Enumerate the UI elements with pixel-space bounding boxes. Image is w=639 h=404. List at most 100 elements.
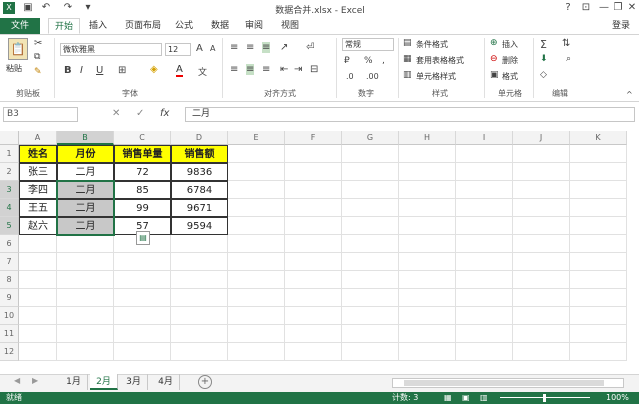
fill-color-icon[interactable]: ◈ — [150, 64, 158, 75]
font-color-button[interactable]: A — [176, 64, 183, 77]
select-all-corner[interactable] — [0, 131, 19, 145]
empty-cell[interactable] — [513, 181, 570, 199]
empty-cell[interactable] — [19, 235, 57, 253]
empty-cell[interactable] — [114, 271, 171, 289]
align-middle-icon[interactable]: ≡ — [246, 42, 254, 53]
empty-cell[interactable] — [570, 235, 627, 253]
empty-cell[interactable] — [57, 307, 114, 325]
empty-cell[interactable] — [171, 307, 228, 325]
empty-cell[interactable] — [570, 181, 627, 199]
row-header-9[interactable]: 9 — [0, 289, 19, 307]
table-cell[interactable]: 二月 — [57, 163, 114, 181]
empty-cell[interactable] — [114, 253, 171, 271]
empty-cell[interactable] — [285, 235, 342, 253]
number-format-dropdown[interactable]: 常规 — [342, 38, 394, 51]
insert-cells-icon[interactable]: ⊕ — [490, 38, 498, 48]
row-header-8[interactable]: 8 — [0, 271, 19, 289]
format-as-table-icon[interactable]: ▦ — [403, 54, 412, 64]
empty-cell[interactable] — [399, 145, 456, 163]
column-header-g[interactable]: G — [342, 131, 399, 145]
align-top-icon[interactable]: ≡ — [230, 42, 238, 53]
empty-cell[interactable] — [456, 145, 513, 163]
empty-cell[interactable] — [456, 217, 513, 235]
column-header-d[interactable]: D — [171, 131, 228, 145]
empty-cell[interactable] — [456, 271, 513, 289]
conditional-format-icon[interactable]: ▤ — [403, 38, 412, 48]
format-cells-icon[interactable]: ▣ — [490, 70, 499, 80]
row-header-6[interactable]: 6 — [0, 235, 19, 253]
empty-cell[interactable] — [456, 289, 513, 307]
wrap-text-icon[interactable]: ⏎ — [306, 42, 314, 53]
empty-cell[interactable] — [456, 253, 513, 271]
empty-cell[interactable] — [570, 145, 627, 163]
empty-cell[interactable] — [171, 343, 228, 361]
insert-cells-button[interactable]: 插入 — [502, 39, 518, 50]
empty-cell[interactable] — [57, 235, 114, 253]
table-cell[interactable]: 王五 — [19, 199, 57, 217]
empty-cell[interactable] — [399, 271, 456, 289]
column-header-e[interactable]: E — [228, 131, 285, 145]
empty-cell[interactable] — [114, 307, 171, 325]
align-bottom-icon[interactable]: ≡ — [262, 42, 271, 53]
empty-cell[interactable] — [228, 163, 285, 181]
empty-cell[interactable] — [513, 217, 570, 235]
delete-cells-icon[interactable]: ⊖ — [490, 54, 498, 64]
table-cell[interactable]: 72 — [114, 163, 171, 181]
flash-fill-options-icon[interactable]: ▤ — [136, 231, 150, 245]
autosum-button[interactable]: Σ — [540, 38, 547, 51]
table-cell[interactable]: 二月 — [57, 199, 114, 217]
empty-cell[interactable] — [399, 199, 456, 217]
table-cell[interactable]: 9671 — [171, 199, 228, 217]
save-icon[interactable]: ▣ — [22, 2, 34, 14]
ribbon-display-button[interactable]: ⊡ — [578, 2, 594, 14]
close-button[interactable]: ✕ — [624, 2, 639, 14]
empty-cell[interactable] — [228, 253, 285, 271]
prev-sheet-icon[interactable]: ◀ — [14, 376, 20, 385]
formula-input[interactable]: 二月 — [185, 107, 635, 122]
table-cell[interactable]: 85 — [114, 181, 171, 199]
table-cell[interactable]: 赵六 — [19, 217, 57, 235]
empty-cell[interactable] — [228, 217, 285, 235]
undo-icon[interactable]: ↶ — [40, 2, 52, 14]
row-header-12[interactable]: 12 — [0, 343, 19, 361]
empty-cell[interactable] — [399, 217, 456, 235]
underline-button[interactable]: U — [96, 65, 103, 76]
empty-cell[interactable] — [57, 289, 114, 307]
shrink-font-button[interactable]: A — [210, 44, 215, 53]
find-select-icon[interactable]: ⌕ — [566, 54, 571, 64]
tab-page-layout[interactable]: 页面布局 — [118, 18, 168, 34]
empty-cell[interactable] — [285, 181, 342, 199]
collapse-ribbon-icon[interactable]: ^ — [626, 90, 633, 99]
sheet-tab-4[interactable]: 4月 — [152, 374, 180, 390]
empty-cell[interactable] — [570, 343, 627, 361]
orientation-icon[interactable]: ↗ — [280, 42, 288, 53]
empty-cell[interactable] — [513, 163, 570, 181]
empty-cell[interactable] — [342, 199, 399, 217]
empty-cell[interactable] — [228, 271, 285, 289]
empty-cell[interactable] — [57, 271, 114, 289]
empty-cell[interactable] — [171, 253, 228, 271]
zoom-slider-thumb[interactable] — [543, 394, 546, 402]
tab-data[interactable]: 数据 — [206, 18, 234, 34]
sheet-tab-1[interactable]: 1月 — [60, 374, 88, 390]
empty-cell[interactable] — [228, 181, 285, 199]
empty-cell[interactable] — [456, 181, 513, 199]
empty-cell[interactable] — [228, 325, 285, 343]
column-header-c[interactable]: C — [114, 131, 171, 145]
empty-cell[interactable] — [342, 217, 399, 235]
tab-file[interactable]: 文件 — [0, 18, 40, 34]
align-left-icon[interactable]: ≡ — [230, 64, 238, 75]
column-header-j[interactable]: J — [513, 131, 570, 145]
clear-icon[interactable]: ◇ — [540, 70, 547, 80]
align-right-icon[interactable]: ≡ — [262, 64, 270, 75]
row-header-11[interactable]: 11 — [0, 325, 19, 343]
confirm-entry-button[interactable]: ✓ — [136, 108, 144, 119]
column-header-f[interactable]: F — [285, 131, 342, 145]
row-header-1[interactable]: 1 — [0, 145, 19, 163]
table-cell[interactable]: 9836 — [171, 163, 228, 181]
empty-cell[interactable] — [228, 235, 285, 253]
empty-cell[interactable] — [570, 289, 627, 307]
empty-cell[interactable] — [171, 271, 228, 289]
row-header-2[interactable]: 2 — [0, 163, 19, 181]
paste-button-label[interactable]: 粘贴 — [6, 63, 22, 74]
